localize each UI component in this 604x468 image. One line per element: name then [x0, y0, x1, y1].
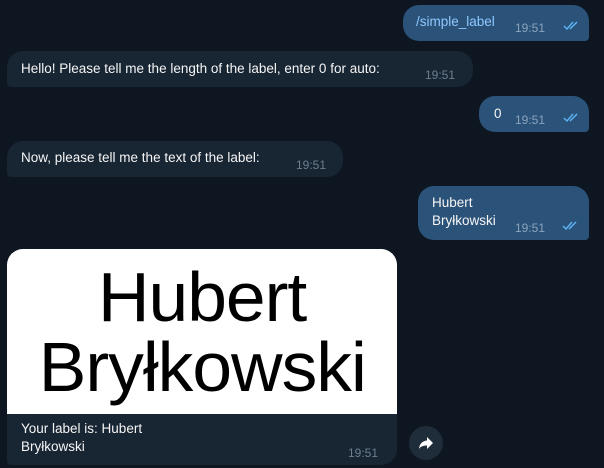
message-time: 19:51 [296, 158, 327, 172]
message-time: 19:51 [515, 113, 546, 127]
message-text-line2: Bryłkowski [432, 213, 496, 228]
caption-line1: Your label is: Hubert [21, 421, 143, 436]
outgoing-message[interactable]: /simple_label 19:51 [403, 5, 589, 41]
message-time: 19:51 [425, 68, 456, 82]
message-time: 19:51 [515, 21, 546, 35]
label-image-line1: Hubert [97, 257, 307, 336]
message-text: Hello! Please tell me the length of the … [21, 61, 380, 76]
message-text: Now, please tell me the text of the labe… [21, 150, 260, 165]
message-text-line1: Hubert [432, 195, 473, 210]
double-check-icon [563, 113, 578, 123]
double-check-icon [562, 221, 577, 231]
outgoing-message[interactable]: 0 19:51 [479, 96, 589, 132]
outgoing-message[interactable]: Hubert Bryłkowski 19:51 [418, 186, 589, 240]
message-text: 0 [494, 106, 502, 121]
message-time: 19:51 [348, 446, 379, 460]
incoming-message: Hello! Please tell me the length of the … [7, 51, 473, 87]
forward-arrow-icon [419, 437, 433, 449]
label-image[interactable]: Hubert Bryłkowski [7, 249, 397, 414]
incoming-message: Now, please tell me the text of the labe… [7, 141, 343, 177]
forward-button[interactable] [409, 426, 443, 460]
caption-line2: Bryłkowski [21, 439, 85, 454]
message-time: 19:51 [515, 221, 546, 235]
label-image-line2: Bryłkowski [38, 327, 366, 406]
double-check-icon [563, 21, 578, 31]
label-photo-message[interactable]: Hubert Bryłkowski Your label is: Hubert … [7, 249, 397, 465]
command-link[interactable]: /simple_label [416, 13, 495, 31]
